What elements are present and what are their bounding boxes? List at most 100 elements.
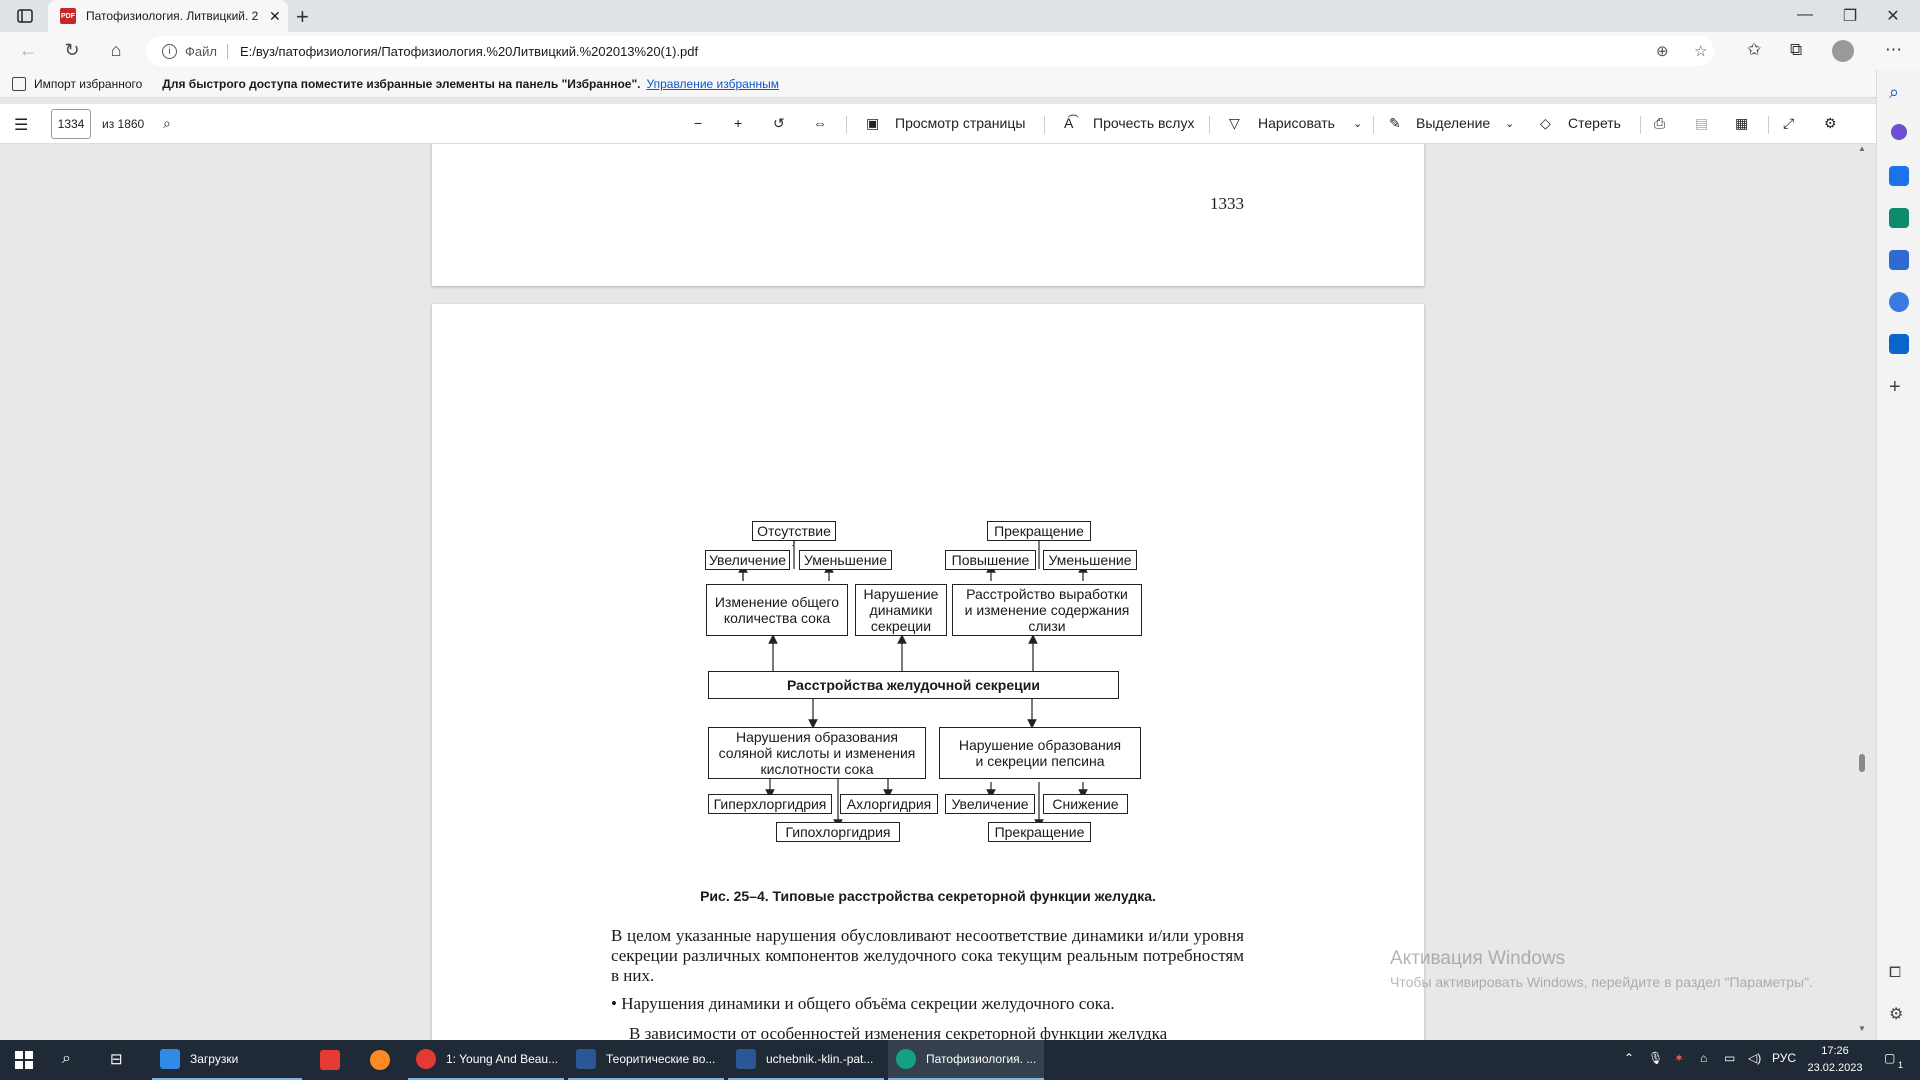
pdf-viewport[interactable]: 1333 Отсутствие Прекращение Увеличение У… [0,144,1876,1040]
close-window-button[interactable]: ✕ [1878,6,1908,26]
settings-icon[interactable]: ⚙ [1824,115,1837,132]
tray-chevron-up-icon[interactable]: ⌃ [1624,1051,1634,1065]
collections-icon[interactable]: ⧉ [1790,40,1802,60]
yandex-icon[interactable] [320,1050,340,1070]
shopping-icon[interactable] [1889,166,1909,186]
taskbar-app-label: uchebnik.-klin.-pat... [766,1052,874,1066]
search-icon[interactable]: ⌕ [62,1050,82,1070]
box-line: слизи [1028,618,1066,634]
network-icon[interactable]: ⌂ [1700,1051,1707,1065]
taskbar-app-edge[interactable]: Патофизиология. ... [888,1040,1044,1080]
clock[interactable]: 17:26 23.02.2023 [1805,1043,1865,1077]
highlight-chevron-down-icon[interactable]: ⌄ [1505,117,1514,130]
address-input[interactable]: i Файл E:/вуз/патофизиология/Патофизиоло… [146,36,1714,66]
page-view-button[interactable]: Просмотр страницы [895,115,1025,131]
vertical-scrollbar[interactable]: ▲ ▼ [1854,144,1870,1040]
back-button[interactable]: ← [14,40,42,61]
highlight-button[interactable]: Выделение [1416,115,1490,131]
yandex-browser-icon [416,1049,436,1069]
display-icon[interactable]: ▭ [1724,1051,1735,1065]
pdf-icon: PDF [60,8,76,24]
page-number-input[interactable]: 1334 [51,109,91,139]
refresh-button[interactable]: ↻ [58,40,86,61]
microphone-icon[interactable]: 🎙 [1648,1051,1663,1065]
more-icon[interactable]: ⋯ [1885,40,1902,60]
taskbar: ⌕ ⊟ Загрузки 1: Young And Beau... Теорит… [0,1040,1920,1080]
highlight-icon[interactable]: ✎ [1389,115,1401,132]
save-icon[interactable]: ▤ [1695,115,1708,132]
scroll-up-icon[interactable]: ▲ [1858,144,1866,153]
divider [1044,116,1045,134]
scroll-thumb[interactable] [1859,754,1865,772]
office-icon[interactable] [1889,292,1909,312]
profile-avatar[interactable] [1832,40,1854,62]
add-icon[interactable]: + [1889,376,1909,398]
fullscreen-icon[interactable]: ⤢ [1783,115,1794,132]
taskbar-app-label: Теоритические во... [606,1052,716,1066]
pdf-page: 1333 [432,144,1424,286]
zoom-icon[interactable]: ⊕ [1656,42,1669,60]
taskbar-app-label: Патофизиология. ... [926,1052,1037,1066]
add-favorite-icon[interactable]: ☆ [1694,42,1707,60]
box-total-volume: Изменение общего количества сока [706,584,848,636]
url-text[interactable]: E:/вуз/патофизиология/Патофизиология.%20… [240,44,698,59]
tools-icon[interactable] [1889,208,1909,228]
import-favorites-button[interactable]: Импорт избранного [34,77,142,91]
page-view-icon[interactable]: ▣ [866,115,879,132]
erase-icon[interactable]: ◇ [1540,115,1551,132]
sidebar-layout-icon[interactable]: ⧠ [1889,964,1909,984]
activation-watermark: Активация Windows Чтобы активировать Win… [1390,948,1813,990]
scroll-down-icon[interactable]: ▼ [1858,1024,1866,1033]
box-gastric-secretion-disorders: Расстройства желудочной секреции [708,671,1119,699]
tab-actions-icon[interactable] [16,7,34,25]
fit-page-icon[interactable]: ⇔ [813,115,827,131]
search-icon[interactable]: ⌕ [163,115,171,132]
box-decrease-right: Уменьшение [1043,550,1137,570]
title-bar: PDF Патофизиология. Литвицкий. 2 ✕ + — ❐… [0,0,1920,32]
page-total: из 1860 [102,117,145,131]
new-tab-button[interactable]: + [296,4,309,30]
contents-icon[interactable]: ☰ [14,115,28,135]
home-button[interactable]: ⌂ [102,40,130,61]
taskbar-app-downloads[interactable]: Загрузки [152,1040,302,1080]
download-icon [160,1049,180,1069]
read-aloud-icon[interactable]: A͡ [1064,115,1073,131]
copilot-icon[interactable] [1891,124,1907,140]
task-view-icon[interactable]: ⊟ [110,1050,130,1070]
print-icon[interactable]: ⎙ [1654,115,1665,132]
language-indicator[interactable]: РУС [1772,1051,1796,1065]
erase-button[interactable]: Стереть [1568,115,1621,131]
notification-count: 1 [1898,1060,1904,1070]
box-increase-bottom: Увеличение [945,794,1035,814]
outlook-icon[interactable] [1889,334,1909,354]
taskbar-app-word-1[interactable]: Теоритические во... [568,1040,724,1080]
restore-button[interactable]: ❐ [1835,6,1865,26]
save-as-icon[interactable]: ▦ [1735,115,1748,132]
read-aloud-button[interactable]: Прочесть вслух [1093,115,1194,131]
taskbar-app-yandex[interactable]: 1: Young And Beau... [408,1040,564,1080]
wifi-off-icon[interactable]: ✶ [1674,1051,1684,1065]
draw-icon[interactable]: ▽ [1229,115,1240,132]
games-icon[interactable] [1889,250,1909,270]
manage-favorites-link[interactable]: Управление избранным [647,77,779,91]
tab-pdf[interactable]: PDF Патофизиология. Литвицкий. 2 ✕ [48,0,288,32]
draw-button[interactable]: Нарисовать [1258,115,1335,131]
divider [1209,116,1210,134]
minimize-button[interactable]: — [1790,6,1820,24]
taskbar-app-word-2[interactable]: uchebnik.-klin.-pat... [728,1040,884,1080]
close-tab-icon[interactable]: ✕ [269,8,281,25]
search-icon[interactable]: ⌕ [1889,82,1909,102]
sidebar-settings-icon[interactable]: ⚙ [1889,1004,1909,1024]
zoom-out-icon[interactable]: − [694,115,702,131]
notifications-icon[interactable]: ▢ [1884,1051,1895,1065]
favorites-icon[interactable]: ✩ [1747,40,1761,60]
rotate-icon[interactable]: ↺ [773,115,785,132]
box-secretion-dynamics: Нарушение динамики секреции [855,584,947,636]
firefox-icon[interactable] [370,1050,390,1070]
import-icon[interactable] [12,76,26,91]
volume-icon[interactable]: ◁) [1748,1051,1761,1065]
zoom-in-icon[interactable]: + [734,115,742,131]
start-icon[interactable] [14,1050,34,1070]
info-icon[interactable]: i [162,43,177,59]
draw-chevron-down-icon[interactable]: ⌄ [1353,117,1362,130]
